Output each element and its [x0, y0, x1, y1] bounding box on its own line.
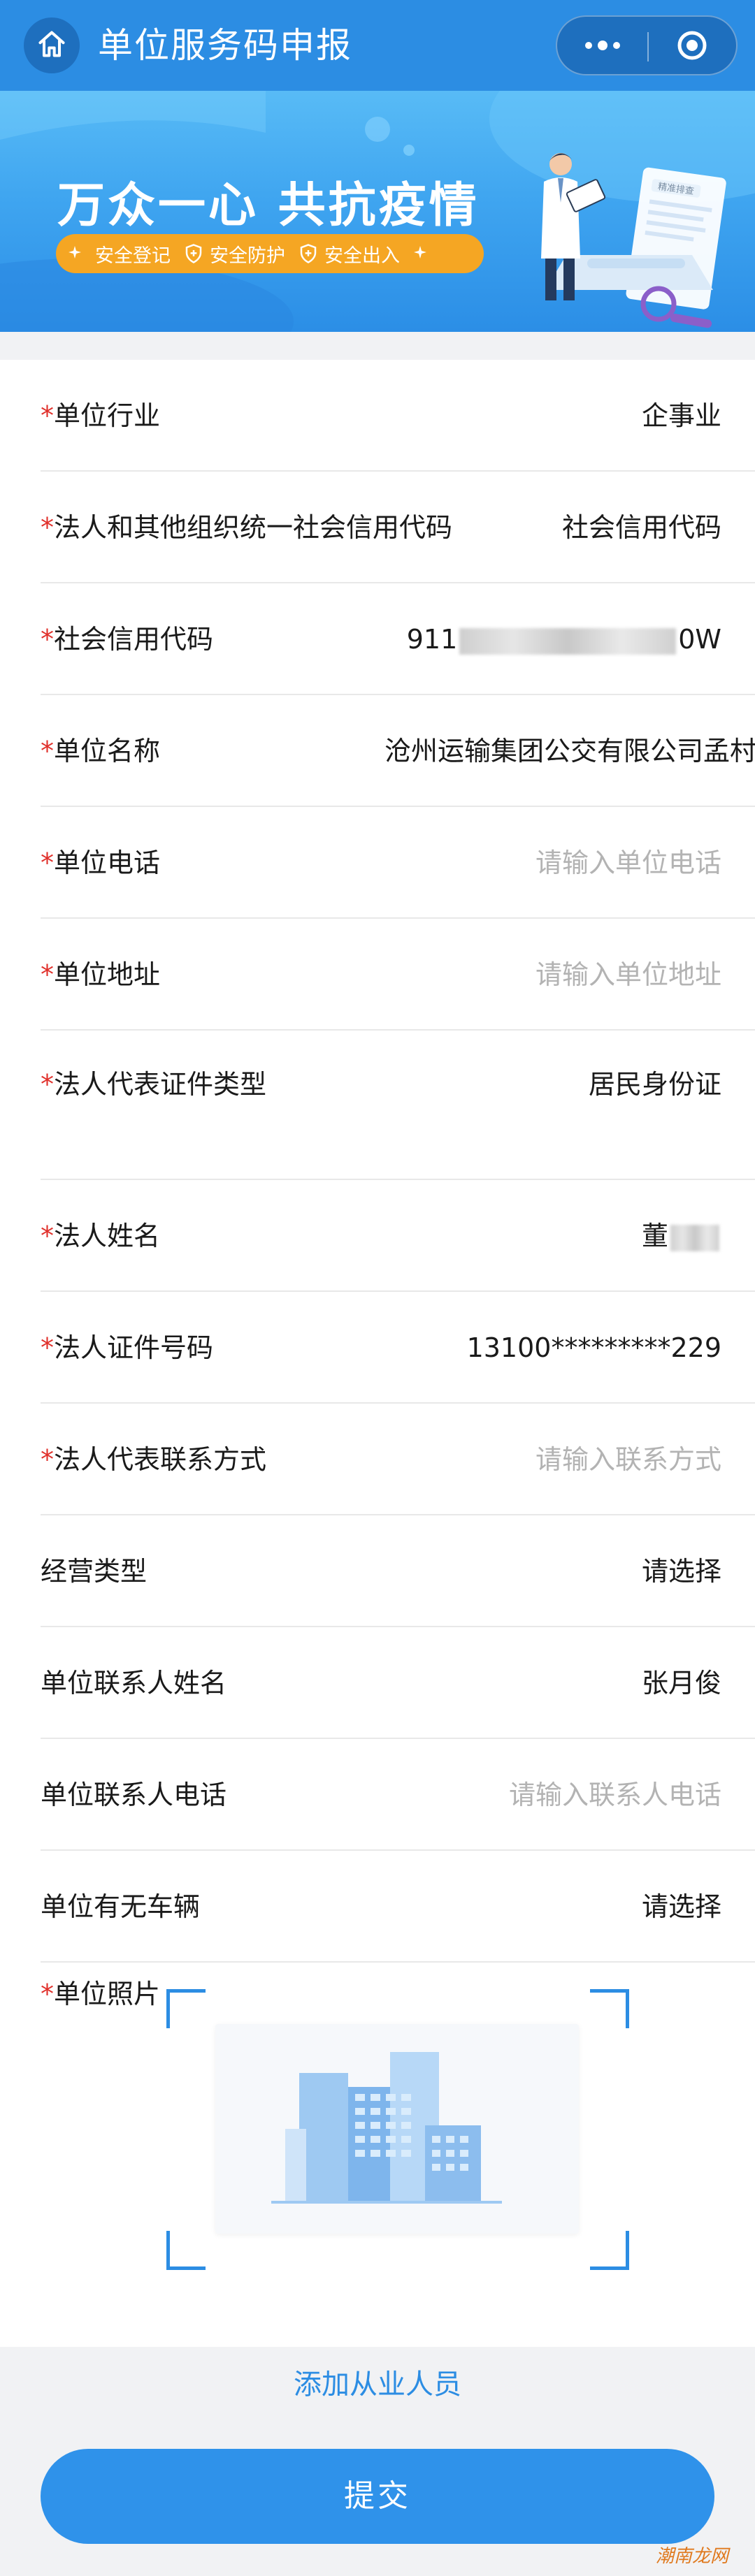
row-credit-code[interactable]: *社会信用代码 911 0W [41, 583, 755, 695]
submit-button[interactable]: 提交 [41, 2449, 714, 2544]
contact-phone-input[interactable]: 请输入联系人电话 [509, 1777, 721, 1812]
business-type-select[interactable]: 请选择 [642, 1554, 721, 1589]
redacted-mask [459, 627, 677, 655]
page-title: 单位服务码申报 [98, 25, 352, 66]
frame-corner [166, 1989, 206, 2028]
row-unit-phone[interactable]: *单位电话 请输入单位电话 [41, 807, 755, 919]
row-legal-contact[interactable]: *法人代表联系方式 请输入联系方式 [41, 1404, 755, 1515]
banner: 万众一心 共抗疫情 安全登记 安全防护 安全出入 精准排查 [0, 91, 755, 332]
row-contact-phone[interactable]: 单位联系人电话 请输入联系人电话 [41, 1739, 755, 1851]
more-dots-icon [580, 38, 625, 55]
pill-item: 安全登记 [95, 245, 171, 267]
credit-code-type-label: *法人和其他组织统一社会信用代码 [41, 512, 453, 543]
doctor-illustration: 精准排查 [541, 153, 726, 328]
banner-pill: 安全登记 安全防护 安全出入 [56, 234, 484, 273]
add-staff-link[interactable]: 添加从业人员 [0, 2365, 755, 2404]
industry-value[interactable]: 企事业 [642, 398, 721, 433]
unit-address-input[interactable]: 请输入单位地址 [535, 957, 721, 992]
contact-name-label: 单位联系人姓名 [41, 1668, 227, 1698]
unit-phone-input[interactable]: 请输入单位电话 [535, 845, 721, 880]
unit-photo-label: *单位照片 [41, 1979, 161, 2009]
pill-item: 安全出入 [298, 240, 400, 268]
declaration-form: *单位行业 企事业 *法人和其他组织统一社会信用代码 社会信用代码 *社会信用代… [0, 360, 755, 2347]
top-navbar: 单位服务码申报 [0, 0, 755, 91]
photo-upload-area[interactable] [166, 1989, 629, 2270]
unit-phone-label: *单位电话 [41, 847, 161, 878]
credit-code-label: *社会信用代码 [41, 624, 214, 655]
unit-address-label: *单位地址 [41, 959, 161, 990]
unit-name-input[interactable]: 沧州运输集团公交有限公司孟村 [384, 734, 755, 769]
legal-id-type-value[interactable]: 居民身份证 [589, 1067, 721, 1102]
frame-corner [590, 2231, 629, 2270]
pill-star-icon [412, 245, 428, 263]
legal-id-number-label: *法人证件号码 [41, 1332, 214, 1363]
shield-icon [300, 244, 317, 263]
legal-contact-label: *法人代表联系方式 [41, 1444, 267, 1475]
home-button[interactable] [24, 17, 80, 73]
frame-corner [166, 2231, 206, 2270]
has-vehicle-label: 单位有无车辆 [41, 1891, 201, 1922]
pill-item: 安全防护 [183, 240, 285, 268]
row-legal-id-number[interactable]: *法人证件号码 13100*********229 [41, 1292, 755, 1404]
row-legal-id-type[interactable]: *法人代表证件类型 居民身份证 [41, 1031, 755, 1180]
home-icon [36, 29, 67, 62]
business-type-label: 经营类型 [41, 1556, 148, 1587]
row-unit-address[interactable]: *单位地址 请输入单位地址 [41, 919, 755, 1031]
target-close-icon [676, 29, 708, 64]
more-button[interactable] [574, 31, 631, 63]
watermark-logo: 潮南龙网 [655, 2546, 728, 2567]
frame-corner [590, 1989, 629, 2028]
shield-icon [185, 244, 202, 263]
row-business-type[interactable]: 经营类型 请选择 [41, 1515, 755, 1627]
row-unit-name[interactable]: *单位名称 沧州运输集团公交有限公司孟村 [41, 695, 755, 807]
capsule-divider [647, 32, 649, 61]
legal-contact-input[interactable]: 请输入联系方式 [535, 1442, 721, 1477]
row-has-vehicle[interactable]: 单位有无车辆 请选择 [41, 1851, 755, 1963]
contact-phone-label: 单位联系人电话 [41, 1780, 227, 1810]
row-legal-name[interactable]: *法人姓名 董 [41, 1180, 755, 1292]
credit-code-input[interactable]: 911 0W [407, 622, 721, 657]
building-icon [271, 2052, 502, 2204]
redacted-mask [670, 1224, 719, 1251]
pill-star-icon [67, 245, 82, 263]
row-unit-photo: *单位照片 [41, 1963, 755, 2347]
has-vehicle-select[interactable]: 请选择 [642, 1889, 721, 1924]
industry-label: *单位行业 [41, 400, 161, 431]
row-contact-name[interactable]: 单位联系人姓名 张月俊 [41, 1627, 755, 1739]
legal-id-type-label: *法人代表证件类型 [41, 1069, 267, 1100]
credit-code-type-value[interactable]: 社会信用代码 [562, 510, 721, 545]
close-button[interactable] [662, 31, 722, 63]
legal-name-label: *法人姓名 [41, 1221, 161, 1251]
banner-title: 万众一心 共抗疫情 [57, 178, 480, 233]
photo-placeholder [215, 2024, 579, 2234]
unit-name-label: *单位名称 [41, 736, 161, 766]
legal-name-input[interactable]: 董 [642, 1218, 721, 1253]
row-credit-code-type[interactable]: *法人和其他组织统一社会信用代码 社会信用代码 [41, 472, 755, 583]
legal-id-number-input[interactable]: 13100*********229 [467, 1330, 721, 1365]
contact-name-input[interactable]: 张月俊 [642, 1666, 721, 1701]
row-industry[interactable]: *单位行业 企事业 [41, 360, 755, 472]
mini-program-capsule [556, 15, 738, 75]
